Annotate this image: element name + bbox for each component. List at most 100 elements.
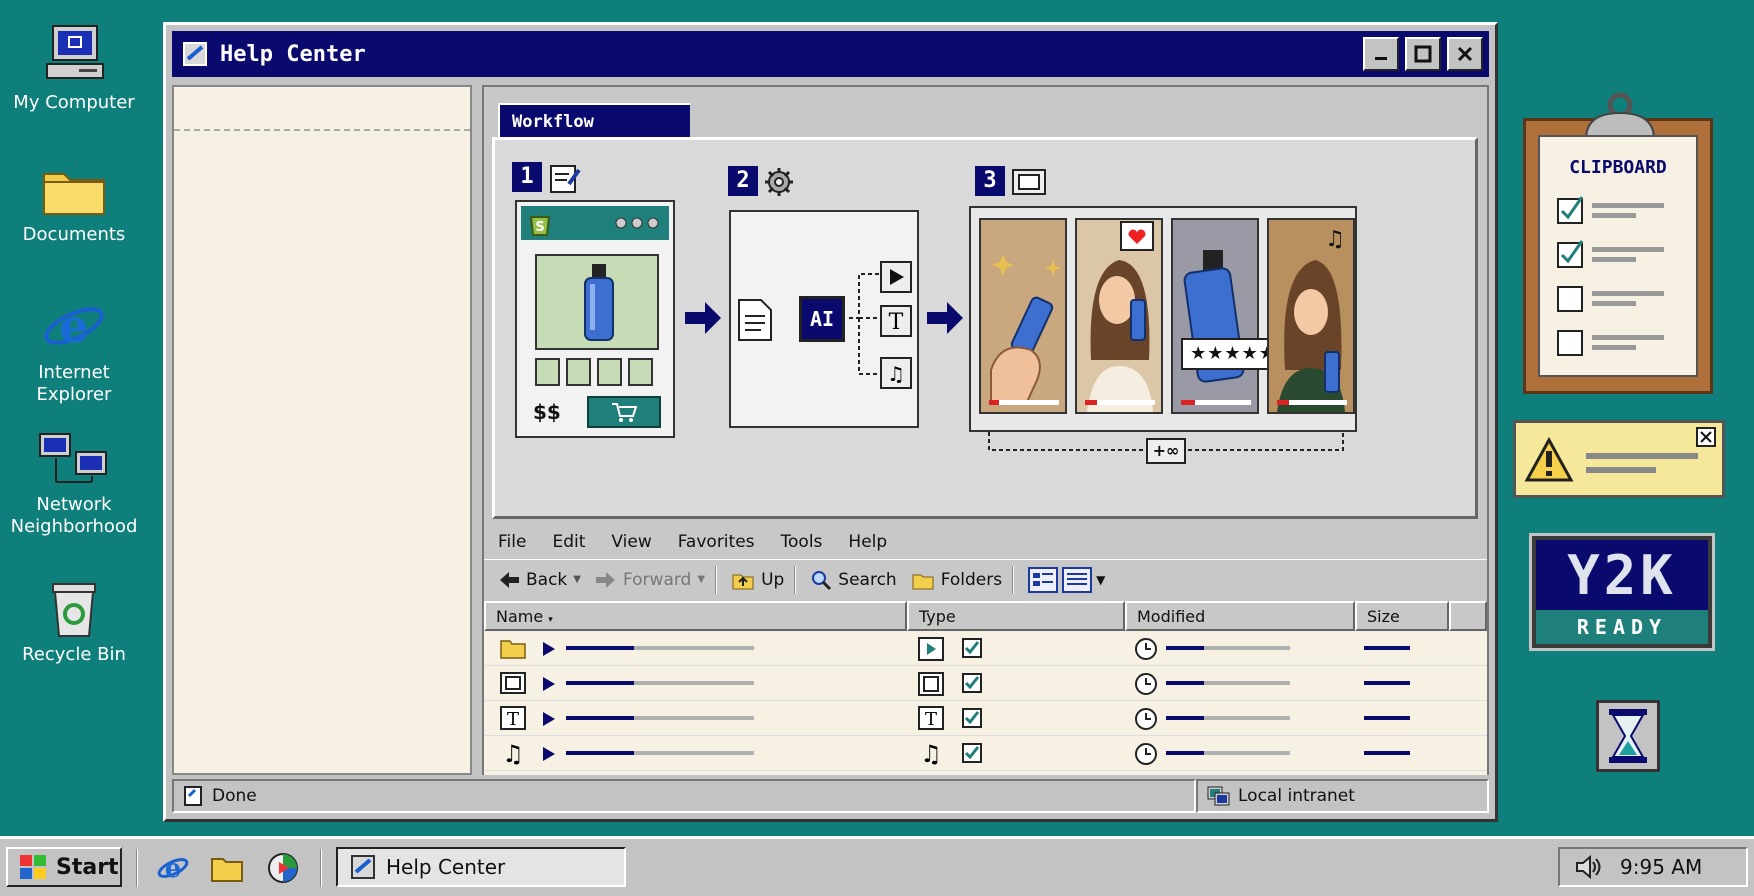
table-row[interactable]: [484, 666, 1487, 701]
desktop-icon-documents[interactable]: Documents: [8, 160, 140, 246]
back-button[interactable]: Back ▼: [498, 570, 581, 590]
up-button[interactable]: Up: [731, 570, 784, 590]
column-header-modified[interactable]: Modified: [1125, 601, 1355, 631]
file-list-header: Name ▾ Type Modified Size: [484, 601, 1487, 631]
play-icon: [918, 637, 944, 661]
price-label: $$: [533, 400, 561, 424]
column-header-type[interactable]: Type: [907, 601, 1125, 631]
folder-icon: [500, 640, 526, 659]
desktop-icon-label: Network: [36, 494, 112, 515]
clock[interactable]: 9:95 AM: [1620, 855, 1702, 879]
video-thumbnail-hand[interactable]: [979, 218, 1067, 414]
column-header-size[interactable]: Size: [1355, 601, 1449, 631]
row-checkbox[interactable]: [962, 708, 982, 728]
text-icon: T: [500, 706, 526, 730]
desktop-icon-label: Internet: [38, 362, 110, 383]
menu-view[interactable]: View: [611, 532, 651, 552]
desktop-icon-recycle-bin[interactable]: Recycle Bin: [8, 578, 140, 666]
taskbar-item-label: Help Center: [386, 855, 506, 879]
forward-label: Forward: [622, 569, 692, 590]
content-pane: Workflow 1 S $$ 2 AI T ♫ 3 ★★★★★ ♫ +∞ Fi…: [482, 85, 1489, 775]
svg-text:S: S: [535, 220, 544, 235]
minimize-icon: [1375, 57, 1387, 60]
name-bar-remainder: [634, 646, 754, 650]
close-button[interactable]: [1447, 37, 1483, 71]
table-row[interactable]: [484, 631, 1487, 666]
person-applying-image: ♫: [1277, 227, 1347, 412]
network-icon: [39, 433, 107, 483]
chevron-down-icon[interactable]: ▼: [1096, 573, 1105, 587]
maximize-button[interactable]: [1405, 37, 1441, 71]
menu-file[interactable]: File: [498, 532, 526, 552]
add-to-cart-button[interactable]: [587, 396, 661, 428]
row-checkbox[interactable]: [962, 638, 982, 658]
taskbar-item-help-center[interactable]: Help Center: [336, 847, 626, 887]
thumbnail[interactable]: [566, 358, 591, 386]
size-bar: [1364, 716, 1410, 720]
thumbnail[interactable]: [597, 358, 622, 386]
svg-text:♫: ♫: [920, 740, 942, 766]
play-icon: [543, 747, 555, 761]
check-icon: [964, 746, 980, 760]
hourglass-icon: [1609, 709, 1647, 763]
video-thumbnail-music[interactable]: ♫: [1267, 218, 1355, 414]
warning-widget[interactable]: [1513, 420, 1725, 498]
thumbnail[interactable]: [535, 358, 560, 386]
tab-workflow[interactable]: Workflow: [498, 103, 690, 137]
video-thumbnail-rating[interactable]: ★★★★★: [1171, 218, 1285, 414]
file-list: T T ♫ ♫: [484, 631, 1487, 775]
person-with-bottle-image: [1085, 221, 1155, 412]
modified-bar: [1166, 716, 1204, 720]
chevron-down-icon[interactable]: ▼: [697, 574, 705, 585]
table-row[interactable]: ♫ ♫: [484, 736, 1487, 771]
svg-text:T: T: [925, 709, 937, 730]
clipboard-widget[interactable]: CLIPBOARD: [1523, 92, 1713, 394]
column-header-name[interactable]: Name ▾: [484, 601, 907, 631]
views-button[interactable]: ▼: [1028, 566, 1105, 593]
clipboard-paper: CLIPBOARD: [1538, 135, 1698, 377]
clipboard-title: CLIPBOARD: [1569, 157, 1667, 178]
desktop-icon-label: Explorer: [36, 384, 112, 405]
search-button[interactable]: Search: [810, 569, 897, 591]
chevron-down-icon[interactable]: ▼: [573, 574, 581, 585]
column-header-label: Name: [496, 607, 544, 626]
title-bar[interactable]: Help Center: [172, 31, 1489, 77]
video-thumbnail-review[interactable]: [1075, 218, 1163, 414]
media-player-icon[interactable]: [266, 851, 300, 885]
bottle-closeup-image: [1181, 250, 1251, 405]
menu-tools[interactable]: Tools: [781, 532, 823, 552]
folder-icon[interactable]: [210, 853, 244, 883]
start-button[interactable]: Start: [6, 847, 122, 887]
film-icon: [1012, 169, 1046, 195]
table-row[interactable]: T T: [484, 701, 1487, 736]
thumbnail[interactable]: [628, 358, 653, 386]
internet-explorer-icon[interactable]: e: [156, 851, 190, 885]
step-number-1: 1: [512, 162, 542, 192]
row-checkbox[interactable]: [962, 743, 982, 763]
bottle-icon: [584, 264, 614, 341]
speaker-icon[interactable]: [1574, 854, 1602, 880]
warning-close-button[interactable]: [1696, 427, 1716, 447]
menu-edit[interactable]: Edit: [552, 532, 585, 552]
forward-button[interactable]: Forward ▼: [595, 570, 705, 590]
divider: [174, 129, 470, 131]
warning-text-lines: [1586, 453, 1698, 473]
search-icon: [812, 570, 832, 590]
text-icon: T: [918, 706, 944, 730]
menu-help[interactable]: Help: [848, 532, 887, 552]
folder-icon: [912, 574, 934, 589]
desktop-icon-network[interactable]: Network Neighborhood: [8, 430, 140, 538]
product-card-header: S: [521, 206, 669, 240]
size-bar: [1364, 646, 1410, 650]
clipboard-checklist: [1557, 196, 1664, 356]
help-center-window: Help Center Workflow 1 S $$ 2 AI T ♫ 3 ★…: [163, 22, 1498, 822]
minimize-button[interactable]: [1363, 37, 1399, 71]
video-gallery: ★★★★★ ♫: [969, 206, 1357, 432]
desktop-icon-my-computer[interactable]: My Computer: [8, 22, 140, 114]
row-checkbox[interactable]: [962, 673, 982, 693]
folders-button[interactable]: Folders: [911, 570, 1002, 590]
modified-bar: [1166, 751, 1204, 755]
desktop-icon-internet-explorer[interactable]: e Internet Explorer: [8, 292, 140, 406]
menu-favorites[interactable]: Favorites: [678, 532, 755, 552]
toolbar: Back ▼ Forward ▼ Up Search Folders ▼: [484, 559, 1487, 599]
